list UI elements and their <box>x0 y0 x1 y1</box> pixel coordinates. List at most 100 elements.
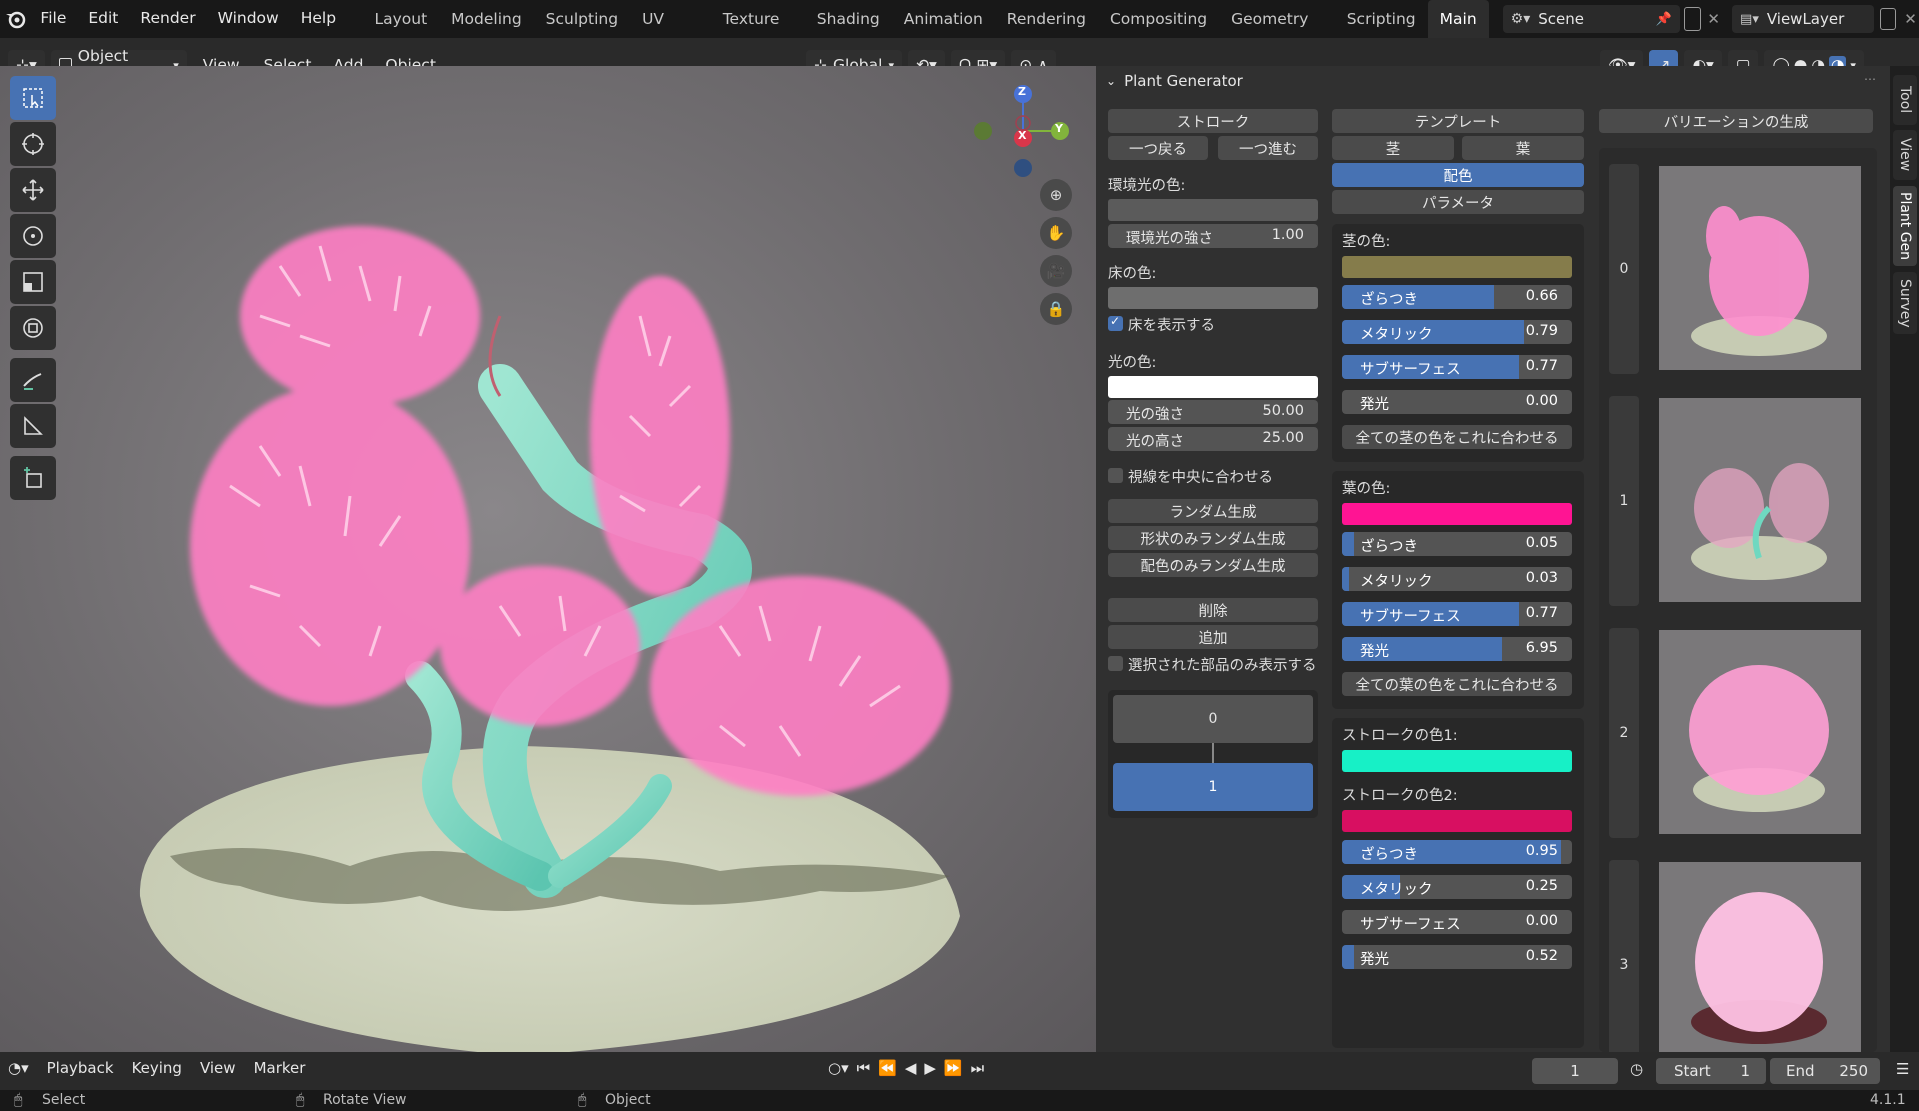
playback-menu[interactable]: Playback <box>47 1059 114 1077</box>
annotate-tool[interactable] <box>10 358 56 402</box>
move-tool[interactable] <box>10 168 56 212</box>
sidebar-tab-survey[interactable]: Survey <box>1893 272 1917 334</box>
generate-variations-button[interactable]: バリエーションの生成 <box>1599 109 1873 133</box>
tab-rendering[interactable]: Rendering <box>995 0 1098 38</box>
play-reverse-icon[interactable]: ◀ <box>905 1059 917 1077</box>
start-frame-field[interactable]: Start 1 <box>1656 1058 1766 1084</box>
redo-button[interactable]: 一つ進む <box>1218 136 1318 160</box>
jump-end-icon[interactable]: ⏭ <box>971 1059 985 1077</box>
panel-header[interactable]: ⌄ Plant Generator <box>1106 72 1243 90</box>
tab-scripting[interactable]: Scripting <box>1335 0 1428 38</box>
stroke-subsurface-slider[interactable]: サブサーフェス 0.00 <box>1342 910 1572 934</box>
stem-color-swatch[interactable] <box>1342 256 1572 278</box>
tab-main[interactable]: Main <box>1427 0 1489 38</box>
leaf-metallic-slider[interactable]: メタリック 0.03 <box>1342 567 1572 591</box>
next-keyframe-icon[interactable]: ⏩ <box>944 1059 963 1077</box>
transform-tool[interactable] <box>10 306 56 350</box>
select-box-tool[interactable] <box>10 76 56 120</box>
leaf-subsurface-slider[interactable]: サブサーフェス 0.77 <box>1342 602 1572 626</box>
lock-button[interactable]: 🔒 <box>1040 293 1072 325</box>
show-floor-checkbox[interactable]: ✓ <box>1108 314 1123 331</box>
drag-handle-icon[interactable]: ⋯ <box>1864 72 1876 86</box>
leaf-roughness-slider[interactable]: ざらつき 0.05 <box>1342 532 1572 556</box>
stem-roughness-slider[interactable]: ざらつき 0.66 <box>1342 285 1572 309</box>
add-button[interactable]: 追加 <box>1108 625 1318 649</box>
stroke-roughness-slider[interactable]: ざらつき 0.95 <box>1342 840 1572 864</box>
tab-layout[interactable]: Layout <box>362 0 439 38</box>
variation-item-0[interactable]: 0 <box>1599 158 1877 380</box>
tab-texture-paint[interactable]: Texture Paint <box>711 0 805 66</box>
tab-animation[interactable]: Animation <box>892 0 995 38</box>
layer-item-1[interactable]: 1 <box>1113 763 1313 811</box>
floor-color-swatch[interactable] <box>1108 287 1318 309</box>
navigation-gizmo[interactable]: Z Y X <box>965 76 1075 186</box>
stroke-button[interactable]: ストローク <box>1108 109 1318 133</box>
delete-button[interactable]: 削除 <box>1108 598 1318 622</box>
center-view-checkbox[interactable] <box>1108 468 1123 483</box>
ambient-color-swatch[interactable] <box>1108 199 1318 221</box>
sidebar-tab-tool[interactable]: Tool <box>1893 75 1917 125</box>
coloring-tab[interactable]: 配色 <box>1332 163 1584 187</box>
pin-icon[interactable]: 📌 <box>1656 12 1672 27</box>
ambient-strength-field[interactable]: 環境光の強さ 1.00 <box>1108 224 1318 248</box>
autokey-icon[interactable]: ○▾ <box>828 1059 849 1077</box>
sidebar-tab-plant-gen[interactable]: Plant Gen <box>1893 186 1917 266</box>
menu-window[interactable]: Window <box>207 0 290 38</box>
clock-icon[interactable]: ◷ <box>1630 1060 1643 1078</box>
view-layer-selector[interactable]: ▤▾ ViewLayer <box>1732 5 1875 33</box>
random-shape-button[interactable]: 形状のみランダム生成 <box>1108 526 1318 550</box>
tab-shading[interactable]: Shading <box>805 0 892 38</box>
camera-button[interactable]: 🎥 <box>1040 255 1072 287</box>
new-view-layer-icon[interactable] <box>1880 8 1897 30</box>
variation-item-3[interactable]: 3 <box>1599 854 1877 1052</box>
scale-tool[interactable] <box>10 260 56 304</box>
stem-emission-slider[interactable]: 発光 0.00 <box>1342 390 1572 414</box>
leaf-template-button[interactable]: 葉 <box>1462 136 1584 160</box>
random-color-button[interactable]: 配色のみランダム生成 <box>1108 553 1318 577</box>
menu-render[interactable]: Render <box>129 0 206 38</box>
tab-modeling[interactable]: Modeling <box>439 0 534 38</box>
sidebar-tab-view[interactable]: View <box>1893 130 1917 180</box>
layer-item-0[interactable]: 0 <box>1113 695 1313 743</box>
variation-item-1[interactable]: 1 <box>1599 390 1877 612</box>
menu-edit[interactable]: Edit <box>77 0 129 38</box>
stem-subsurface-slider[interactable]: サブサーフェス 0.77 <box>1342 355 1572 379</box>
delete-view-layer-icon[interactable]: ✕ <box>1902 10 1919 28</box>
stroke-color1-swatch[interactable] <box>1342 750 1572 772</box>
light-color-swatch[interactable] <box>1108 376 1318 398</box>
stem-template-button[interactable]: 茎 <box>1332 136 1454 160</box>
marker-menu[interactable]: Marker <box>254 1059 306 1077</box>
apply-stem-color-button[interactable]: 全ての茎の色をこれに合わせる <box>1342 425 1572 449</box>
leaf-color-swatch[interactable] <box>1342 503 1572 525</box>
stroke-color2-swatch[interactable] <box>1342 810 1572 832</box>
timeline-options-icon[interactable]: ☰ <box>1896 1060 1909 1078</box>
show-selected-checkbox[interactable] <box>1108 656 1123 671</box>
random-generate-button[interactable]: ランダム生成 <box>1108 499 1318 523</box>
menu-file[interactable]: File <box>29 0 77 38</box>
delete-scene-icon[interactable]: ✕ <box>1705 10 1722 28</box>
add-cube-tool[interactable] <box>10 456 56 500</box>
timeline-editor-icon[interactable]: ◔▾ <box>8 1059 29 1077</box>
light-strength-field[interactable]: 光の強さ 50.00 <box>1108 400 1318 424</box>
stroke-emission-slider[interactable]: 発光 0.52 <box>1342 945 1572 969</box>
cursor-tool[interactable] <box>10 122 56 166</box>
new-scene-icon[interactable] <box>1683 7 1702 31</box>
blender-logo-icon[interactable] <box>0 0 29 38</box>
apply-leaf-color-button[interactable]: 全ての葉の色をこれに合わせる <box>1342 672 1572 696</box>
variation-item-2[interactable]: 2 <box>1599 622 1877 844</box>
pan-button[interactable]: ✋ <box>1040 217 1072 249</box>
end-frame-field[interactable]: End 250 <box>1770 1058 1880 1084</box>
tab-sculpting[interactable]: Sculpting <box>534 0 630 38</box>
stem-metallic-slider[interactable]: メタリック 0.79 <box>1342 320 1572 344</box>
light-height-field[interactable]: 光の高さ 25.00 <box>1108 427 1318 451</box>
zoom-button[interactable]: ⊕ <box>1040 179 1072 211</box>
tab-uv-editing[interactable]: UV Editing <box>630 0 711 66</box>
leaf-emission-slider[interactable]: 発光 6.95 <box>1342 637 1572 661</box>
measure-tool[interactable] <box>10 404 56 448</box>
rotate-tool[interactable] <box>10 214 56 258</box>
current-frame-field[interactable]: 1 <box>1532 1058 1618 1084</box>
parameters-tab[interactable]: パラメータ <box>1332 190 1584 214</box>
timeline-view-menu[interactable]: View <box>200 1059 236 1077</box>
play-icon[interactable]: ▶ <box>924 1059 936 1077</box>
keying-menu[interactable]: Keying <box>132 1059 182 1077</box>
